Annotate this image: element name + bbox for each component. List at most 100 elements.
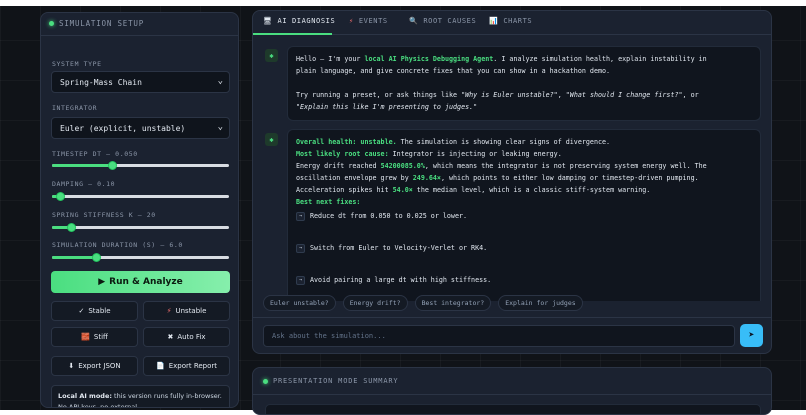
panel-header: SIMULATION SETUP xyxy=(49,19,144,28)
suggestion-chip[interactable]: Best integrator? xyxy=(414,295,492,311)
button-label: Auto Fix xyxy=(177,333,206,341)
send-button[interactable]: ➤ xyxy=(740,324,763,347)
document-icon: 📄 xyxy=(155,362,165,370)
tab-root-causes[interactable]: 🔍 ROOT CAUSES xyxy=(409,17,476,25)
tab-bar: 🖥 AI DIAGNOSIS ⚡ EVENTS 🔍 ROOT CAUSES 📊 … xyxy=(253,11,771,35)
slider-thumb[interactable] xyxy=(66,223,76,232)
agent-avatar-icon: ✱ xyxy=(265,49,278,62)
health-label: Overall health: unstable. xyxy=(296,138,397,146)
tab-label: CHARTS xyxy=(503,17,533,25)
arrow-right-icon: → xyxy=(296,243,305,253)
agent-intro-message: Hello — I'm your local AI Physics Debugg… xyxy=(287,46,761,121)
auto-fix-button[interactable]: ✖ Auto Fix xyxy=(143,327,230,347)
suggestion-chip[interactable]: Euler unstable? xyxy=(263,295,336,311)
system-type-label: SYSTEM TYPE xyxy=(52,60,102,68)
fix-item: → Avoid pairing a large dt with high sti… xyxy=(296,274,752,286)
duration-slider[interactable] xyxy=(52,253,229,262)
check-icon: ✓ xyxy=(78,307,85,315)
suggestion-chips: Euler unstable? Energy drift? Best integ… xyxy=(263,295,583,311)
integrator-select[interactable]: Euler (explicit, unstable) ⌄ xyxy=(51,117,230,139)
system-type-value: Spring-Mass Chain xyxy=(60,78,142,87)
acceleration-spike-value: 54.0× xyxy=(392,186,413,194)
example-question: "Explain this like I'm presenting to jud… xyxy=(296,103,478,111)
slider-fill xyxy=(52,256,97,259)
text: plain language, and give concrete fixes … xyxy=(296,67,611,75)
run-analyze-button[interactable]: ▶ Run & Analyze xyxy=(51,271,230,293)
preset-stable-button[interactable]: ✓ Stable xyxy=(51,301,138,321)
preset-unstable-button[interactable]: ⚡ Unstable xyxy=(143,301,230,321)
system-type-select[interactable]: Spring-Mass Chain ⌄ xyxy=(51,71,230,93)
ask-input[interactable]: Ask about the simulation... xyxy=(263,325,735,347)
arrow-right-icon: → xyxy=(296,211,305,221)
example-question: "Why is Euler unstable?" xyxy=(461,91,558,99)
fix-text: Switch from Euler to Velocity-Verlet or … xyxy=(310,244,488,252)
text: oscillation envelope grew by xyxy=(296,174,413,182)
tab-label: AI DIAGNOSIS xyxy=(277,17,336,25)
fix-item: → Switch from Euler to Velocity-Verlet o… xyxy=(296,242,752,254)
text: , which points to either low damping or … xyxy=(440,174,699,182)
tab-ai-diagnosis[interactable]: 🖥 AI DIAGNOSIS xyxy=(263,17,335,25)
button-label: Stiff xyxy=(93,333,108,341)
text: Try running a preset, or ask things like xyxy=(296,91,462,99)
button-label: Stable xyxy=(88,307,111,315)
tools-icon: ✖ xyxy=(167,333,174,341)
tab-events[interactable]: ⚡ EVENTS xyxy=(349,17,388,25)
run-button-label: Run & Analyze xyxy=(109,277,183,287)
diagnosis-panel: 🖥 AI DIAGNOSIS ⚡ EVENTS 🔍 ROOT CAUSES 📊 … xyxy=(252,10,772,354)
panel-header: PRESENTATION MODE SUMMARY xyxy=(263,377,398,385)
suggestion-chip[interactable]: Energy drift? xyxy=(342,295,408,311)
panel-title: PRESENTATION MODE SUMMARY xyxy=(273,377,399,385)
text: , which means the integrator is not pres… xyxy=(424,162,707,170)
arrow-right-icon: → xyxy=(296,275,305,285)
stiffness-slider[interactable] xyxy=(52,223,229,232)
panel-title: SIMULATION SETUP xyxy=(59,19,145,28)
divider xyxy=(253,317,771,318)
preset-stiff-button[interactable]: 🧱 Stiff xyxy=(51,327,138,347)
text: Acceleration spikes hit xyxy=(296,186,393,194)
active-tab-indicator xyxy=(253,33,332,35)
duration-label: SIMULATION DURATION (S) — 6.0 xyxy=(52,241,183,249)
download-icon: ⬇ xyxy=(68,362,75,370)
text: , or xyxy=(682,91,699,99)
status-dot-icon xyxy=(263,378,268,384)
damping-label: DAMPING — 0.10 xyxy=(52,180,116,188)
button-label: Unstable xyxy=(175,307,207,315)
slider-thumb[interactable] xyxy=(56,192,66,201)
status-dot-icon xyxy=(49,21,54,26)
text: The simulation is showing clear signs of… xyxy=(396,138,611,146)
slider-thumb[interactable] xyxy=(91,253,101,262)
tab-label: ROOT CAUSES xyxy=(423,17,477,25)
magnifier-icon: 🔍 xyxy=(409,17,419,25)
tab-charts[interactable]: 📊 CHARTS xyxy=(489,17,532,25)
text: Energy drift reached xyxy=(296,162,381,170)
fix-text: Avoid pairing a large dt with high stiff… xyxy=(310,276,492,284)
energy-drift-value: 54200085.0% xyxy=(380,162,425,170)
export-json-button[interactable]: ⬇ Export JSON xyxy=(51,356,138,376)
play-icon: ▶ xyxy=(98,277,106,287)
export-report-button[interactable]: 📄 Export Report xyxy=(143,356,230,376)
text: Integrator is injecting or leaking energ… xyxy=(388,150,562,158)
text: the median level, which is a classic sti… xyxy=(412,186,651,194)
summary-content xyxy=(265,404,761,414)
local-note-label: Local AI mode: xyxy=(58,392,112,400)
monitor-icon: 🖥 xyxy=(263,17,273,25)
fix-text: Reduce dt from 0.050 to 0.025 or lower. xyxy=(310,212,468,220)
text: Hello — I'm your xyxy=(296,55,365,63)
timestep-slider[interactable] xyxy=(52,161,229,170)
timestep-label: TIMESTEP DT — 0.050 xyxy=(52,150,138,158)
fixes-label: Best next fixes: xyxy=(296,198,361,206)
text: . I analyze simulation health, explain i… xyxy=(493,55,707,63)
chevron-down-icon: ⌄ xyxy=(217,76,223,86)
stiffness-label: SPRING STIFFNESS K — 20 xyxy=(52,211,156,219)
damping-slider[interactable] xyxy=(52,192,229,201)
simulation-setup-panel: SIMULATION SETUP SYSTEM TYPE Spring-Mass… xyxy=(40,12,239,408)
agent-avatar-icon: ✱ xyxy=(265,133,278,146)
suggestion-chip[interactable]: Explain for judges xyxy=(498,295,583,311)
tab-label: EVENTS xyxy=(358,17,388,25)
slider-thumb[interactable] xyxy=(107,161,117,170)
brick-icon: 🧱 xyxy=(81,333,90,341)
slider-fill xyxy=(52,164,113,167)
top-border xyxy=(0,0,806,6)
agent-name: local AI Physics Debugging Agent xyxy=(364,55,494,63)
divider xyxy=(253,394,771,395)
